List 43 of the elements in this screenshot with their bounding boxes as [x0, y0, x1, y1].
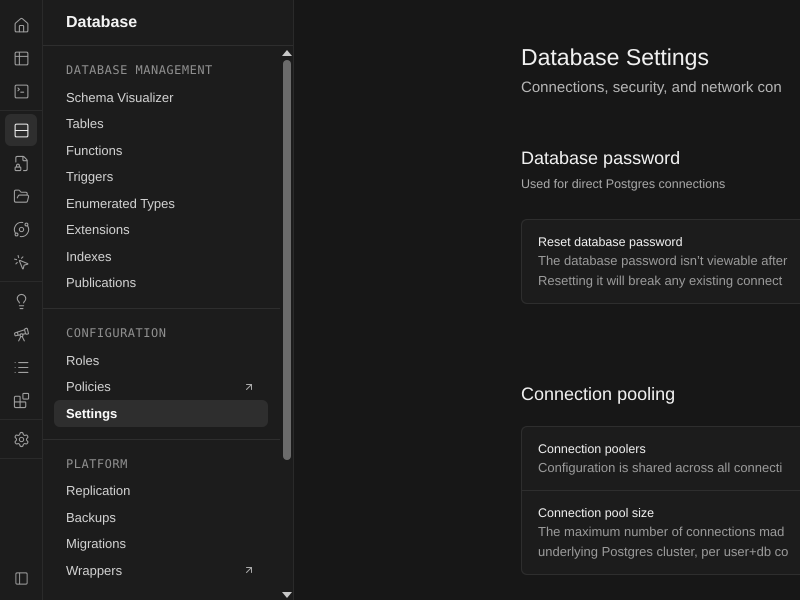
section-heading: DATABASE MANAGEMENT	[65, 63, 214, 77]
sidebar-item[interactable]: Functions	[54, 137, 268, 164]
sidebar-item[interactable]: Wrappers	[54, 557, 268, 584]
setting-description: The database password isn’t viewable after Resetting it will break any existing connect	[538, 252, 788, 290]
sidebar-item[interactable]: Settings	[54, 400, 268, 426]
section-description: Used for direct Postgres connections	[521, 177, 726, 191]
section-title: Database password	[521, 148, 682, 169]
file-lock-icon	[12, 154, 30, 172]
setting-title: Reset database password	[538, 235, 684, 249]
page-subtitle: Connections, security, and network con	[521, 79, 783, 96]
orbit-icon	[12, 220, 30, 238]
table-icon	[12, 50, 30, 66]
panel-icon	[14, 570, 28, 586]
blocks-icon	[12, 392, 30, 408]
sidebar-item[interactable]: Tables	[54, 110, 268, 137]
sidebar-item[interactable]: Schema Visualizer	[54, 84, 268, 110]
home-icon	[12, 16, 30, 34]
sidebar-item[interactable]: Backups	[54, 504, 268, 530]
setting-title: Connection poolers	[538, 442, 647, 456]
section-heading: PLATFORM	[65, 456, 129, 470]
sidebar-item[interactable]: Publications	[54, 270, 268, 296]
section-heading: CONFIGURATION	[65, 326, 168, 340]
sidebar-item[interactable]: Migrations	[54, 530, 268, 557]
database-nav-button[interactable]	[5, 114, 37, 146]
terminal-icon	[12, 82, 30, 100]
setting-description: Configuration is shared across all connecti	[538, 459, 784, 477]
sidebar-item[interactable]: Triggers	[54, 164, 268, 190]
sidebar-item[interactable]: Enumerated Types	[54, 190, 268, 216]
sidebar-item[interactable]: Replication	[54, 478, 268, 504]
database-icon	[12, 122, 30, 138]
setting-description: The maximum number of connections mad underlying Postgres cluster, per user+db co	[538, 523, 790, 561]
sidebar-item[interactable]: Policies	[54, 374, 268, 400]
cursor-click-icon	[12, 254, 30, 270]
settings-icon	[12, 430, 30, 448]
sidebar-title: Database	[66, 14, 138, 32]
sidebar-item[interactable]: Indexes	[54, 243, 268, 270]
page-title: Database Settings	[521, 44, 710, 71]
sidebar-item[interactable]: Extensions	[54, 216, 268, 243]
section-title: Connection pooling	[521, 384, 676, 405]
setting-title: Connection pool size	[538, 506, 656, 520]
folder-icon	[12, 188, 30, 204]
sidebar-item[interactable]: Roles	[54, 347, 268, 374]
telescope-icon	[12, 326, 30, 342]
